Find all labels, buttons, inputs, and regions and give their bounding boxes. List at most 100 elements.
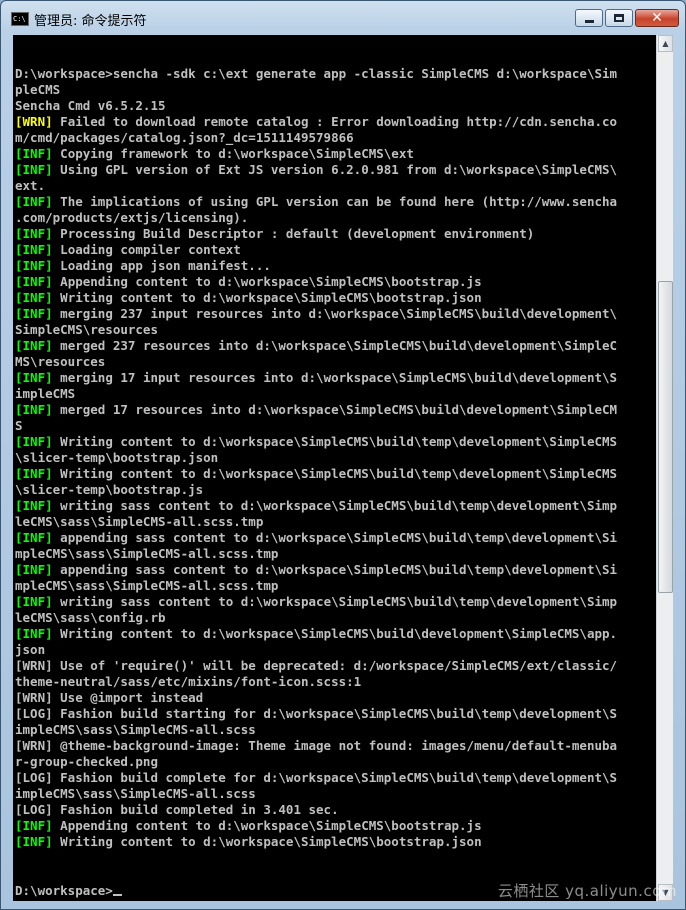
console-line: leCMS\sass\config.rb bbox=[15, 610, 617, 626]
console-line-text: The implications of using GPL version ca… bbox=[52, 194, 618, 209]
console-line: [INF] Writing content to d:\workspace\Si… bbox=[15, 626, 617, 642]
info-tag: [INF] bbox=[15, 818, 53, 833]
console-line-text: Writing content to d:\workspace\SimpleCM… bbox=[52, 626, 618, 641]
console-line: [INF] merged 17 resources into d:\worksp… bbox=[15, 402, 617, 418]
console-line-text: Failed to download remote catalog : Erro… bbox=[52, 114, 618, 129]
console-line: mpleCMS\sass\SimpleCMS-all.scss.tmp bbox=[15, 546, 617, 562]
console-line-text: pleCMS bbox=[15, 82, 61, 97]
console-line: impleCMS bbox=[15, 386, 617, 402]
console-line-text: mpleCMS\sass\SimpleCMS-all.scss.tmp bbox=[15, 578, 279, 593]
warning-tag: [WRN] bbox=[15, 114, 53, 129]
console-line: [INF] appending sass content to d:\works… bbox=[15, 530, 617, 546]
info-tag: [INF] bbox=[15, 162, 53, 177]
console-line-text: Writing content to d:\workspace\SimpleCM… bbox=[52, 466, 618, 481]
console-line-text: writing sass content to d:\workspace\Sim… bbox=[52, 498, 618, 513]
console-line: impleCMS\sass\SimpleCMS-all.scss bbox=[15, 786, 617, 802]
console-line-text: Loading compiler context bbox=[52, 242, 241, 257]
maximize-icon bbox=[614, 14, 624, 22]
console-line-text: merging 17 input resources into d:\works… bbox=[52, 370, 618, 385]
info-tag: [INF] bbox=[15, 306, 53, 321]
console-line-text: Appending content to d:\workspace\Simple… bbox=[52, 274, 482, 289]
console-line-text: [WRN] Use @import instead bbox=[15, 690, 204, 705]
console-line: [INF] writing sass content to d:\workspa… bbox=[15, 498, 617, 514]
console-line: MS\resources bbox=[15, 354, 617, 370]
console-app-icon[interactable]: C:\ bbox=[11, 12, 29, 26]
console-line: [INF] writing sass content to d:\workspa… bbox=[15, 594, 617, 610]
info-tag: [INF] bbox=[15, 402, 53, 417]
console-line-text: MS\resources bbox=[15, 354, 106, 369]
console-line-text: theme-neutral/sass/etc/mixins/font-icon.… bbox=[15, 674, 362, 689]
console-line-text: appending sass content to d:\workspace\S… bbox=[52, 562, 618, 577]
console-line-text: S bbox=[15, 418, 23, 433]
command-prompt-window: C:\ 管理员: 命令提示符 ✕ D:\workspace>sencha -sd… bbox=[0, 0, 686, 910]
console-line: pleCMS bbox=[15, 82, 617, 98]
scroll-up-button[interactable]: ▲ bbox=[658, 35, 673, 52]
console-line: [INF] Processing Build Descriptor : defa… bbox=[15, 226, 617, 242]
console-line: \slicer-temp\bootstrap.json bbox=[15, 450, 617, 466]
console-line: [INF] merging 17 input resources into d:… bbox=[15, 370, 617, 386]
console-line: [INF] Using GPL version of Ext JS versio… bbox=[15, 162, 617, 178]
info-tag: [INF] bbox=[15, 370, 53, 385]
console-line: ext. bbox=[15, 178, 617, 194]
console-line: [INF] merging 237 input resources into d… bbox=[15, 306, 617, 322]
console-line: D:\workspace>sencha -sdk c:\ext generate… bbox=[15, 66, 617, 82]
console-line-text: Copying framework to d:\workspace\Simple… bbox=[52, 146, 414, 161]
console-line-text: ext. bbox=[15, 178, 46, 193]
console-line: [INF] merged 237 resources into d:\works… bbox=[15, 338, 617, 354]
console-line-text: json bbox=[15, 642, 46, 657]
console-line-text: Sencha Cmd v6.5.2.15 bbox=[15, 98, 166, 113]
console-line: Sencha Cmd v6.5.2.15 bbox=[15, 98, 617, 114]
console-line: S bbox=[15, 418, 617, 434]
close-button[interactable]: ✕ bbox=[635, 9, 679, 27]
minimize-button[interactable] bbox=[575, 9, 603, 27]
info-tag: [INF] bbox=[15, 530, 53, 545]
console-line: m/cmd/packages/catalog.json?_dc=15111495… bbox=[15, 130, 617, 146]
info-tag: [INF] bbox=[15, 274, 53, 289]
console-line: [WRN] Use of 'require()' will be depreca… bbox=[15, 658, 617, 674]
console-line: [INF] Writing content to d:\workspace\Si… bbox=[15, 434, 617, 450]
console-line-text: \slicer-temp\bootstrap.json bbox=[15, 450, 219, 465]
console-line: [INF] Appending content to d:\workspace\… bbox=[15, 274, 617, 290]
vertical-scrollbar[interactable]: ▲ ▼ bbox=[656, 35, 673, 901]
console-line: [INF] Writing content to d:\workspace\Si… bbox=[15, 466, 617, 482]
console-line-text: merged 237 resources into d:\workspace\S… bbox=[52, 338, 618, 353]
console-lines: D:\workspace>sencha -sdk c:\ext generate… bbox=[15, 66, 617, 850]
console-line: json bbox=[15, 642, 617, 658]
command-prompt-line[interactable]: D:\workspace> bbox=[15, 883, 122, 899]
console-line-text: merging 237 input resources into d:\work… bbox=[52, 306, 618, 321]
info-tag: [INF] bbox=[15, 434, 53, 449]
console-line: [INF] Copying framework to d:\workspace\… bbox=[15, 146, 617, 162]
console-line-text: Processing Build Descriptor : default (d… bbox=[52, 226, 535, 241]
console-line-text: \slicer-temp\bootstrap.js bbox=[15, 482, 204, 497]
info-tag: [INF] bbox=[15, 594, 53, 609]
console-line-text: impleCMS bbox=[15, 386, 76, 401]
console-line-text: [WRN] Use of 'require()' will be depreca… bbox=[15, 658, 618, 673]
console-line: [WRN] Use @import instead bbox=[15, 690, 617, 706]
maximize-button[interactable] bbox=[605, 9, 633, 27]
info-tag: [INF] bbox=[15, 258, 53, 273]
console-line: mpleCMS\sass\SimpleCMS-all.scss.tmp bbox=[15, 578, 617, 594]
info-tag: [INF] bbox=[15, 498, 53, 513]
info-tag: [INF] bbox=[15, 242, 53, 257]
console-line: [INF] The implications of using GPL vers… bbox=[15, 194, 617, 210]
info-tag: [INF] bbox=[15, 562, 53, 577]
console-line-text: r-group-checked.png bbox=[15, 754, 158, 769]
console-line: [INF] Writing content to d:\workspace\Si… bbox=[15, 834, 617, 850]
console-line-text: Loading app json manifest... bbox=[52, 258, 271, 273]
console-line-text: .com/products/extjs/licensing). bbox=[15, 210, 249, 225]
text-cursor bbox=[112, 894, 122, 896]
title-bar[interactable]: C:\ 管理员: 命令提示符 ✕ bbox=[1, 1, 685, 35]
console-line-text: impleCMS\sass\SimpleCMS-all.scss bbox=[15, 786, 256, 801]
console-line: [INF] appending sass content to d:\works… bbox=[15, 562, 617, 578]
console-line-text: mpleCMS\sass\SimpleCMS-all.scss.tmp bbox=[15, 546, 279, 561]
console-line-text: Writing content to d:\workspace\SimpleCM… bbox=[52, 290, 482, 305]
close-icon: ✕ bbox=[651, 10, 663, 26]
console-line-text: leCMS\sass\config.rb bbox=[15, 610, 166, 625]
scrollbar-thumb[interactable] bbox=[658, 281, 673, 593]
info-tag: [INF] bbox=[15, 338, 53, 353]
window-title: 管理员: 命令提示符 bbox=[34, 14, 147, 29]
info-tag: [INF] bbox=[15, 194, 53, 209]
console-line: \slicer-temp\bootstrap.js bbox=[15, 482, 617, 498]
console-output-area[interactable]: D:\workspace>sencha -sdk c:\ext generate… bbox=[13, 35, 656, 901]
console-line: [WRN] Failed to download remote catalog … bbox=[15, 114, 617, 130]
